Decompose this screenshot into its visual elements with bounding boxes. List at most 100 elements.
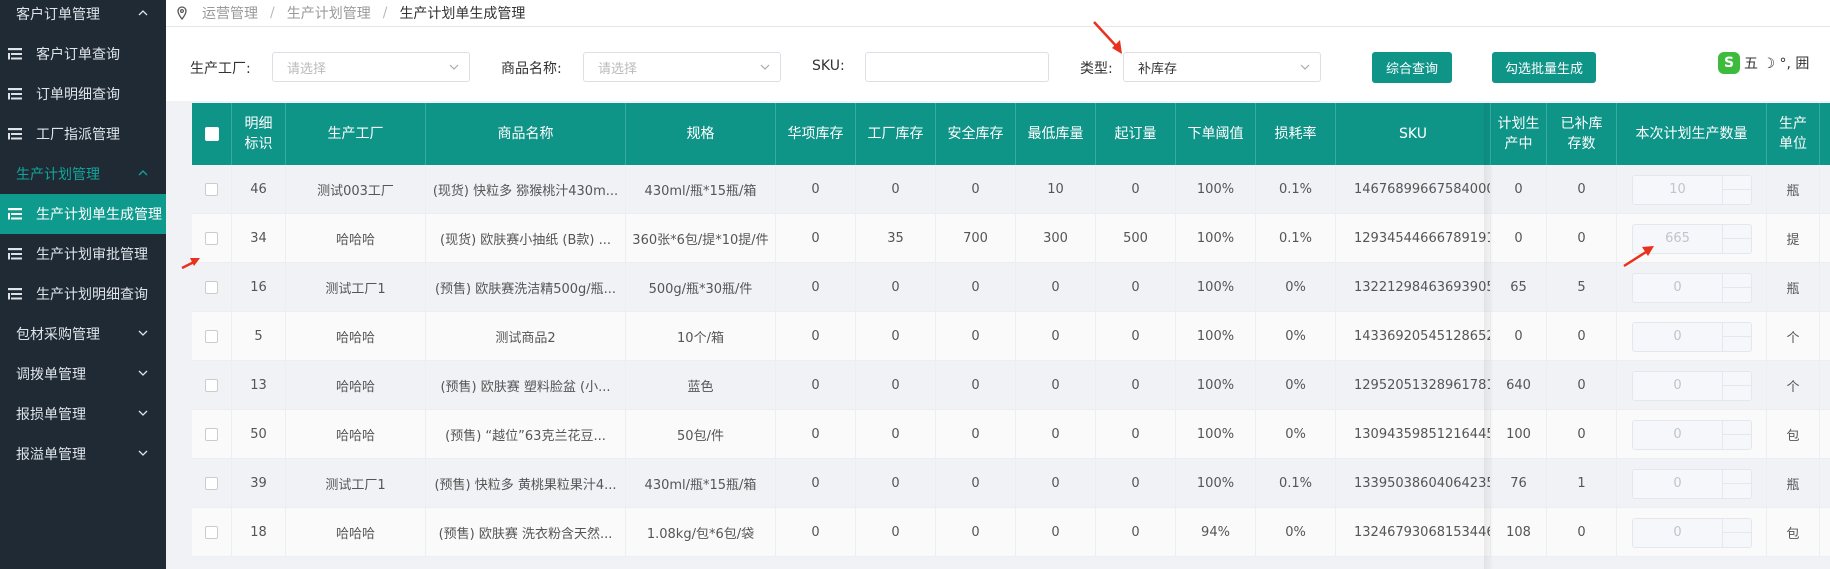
breadcrumb-item[interactable]: 运营管理 [202,3,258,23]
cell-select[interactable] [192,410,232,459]
cell-min-stock: 0 [1016,312,1096,361]
increment-icon[interactable] [1722,519,1751,533]
breadcrumb-item[interactable]: 生产计划管理 [287,3,371,23]
cell-plan-qty[interactable]: 10 [1617,165,1767,214]
cell-factory: 哈哈哈 [286,361,426,410]
cell-plan-qty[interactable]: 0 [1617,459,1767,508]
plan-quantity-value: 0 [1673,280,1682,295]
table-row[interactable]: 50 哈哈哈 (预售) “越位”63克兰花豆... 50包/件 0 0 0 0 0 100% 0% 1… [192,410,1830,459]
table-row[interactable]: 5 哈哈哈 测试商品2 10个/箱 0 0 0 0 0 100% 0% 143369205451286… [192,312,1830,361]
row-checkbox[interactable] [205,477,218,490]
factory-select-placeholder: 请选择 [287,61,327,77]
sidebar-item[interactable]: 包材采购管理 [0,314,166,354]
column-header-label: 商品名称 [497,126,554,142]
ime-status: 五 ☽ °, 囲 [1744,56,1810,72]
stepper-arrows[interactable] [1721,322,1751,351]
row-checkbox[interactable] [205,330,218,343]
increment-icon[interactable] [1722,225,1751,239]
stepper-arrows[interactable] [1721,371,1751,400]
increment-icon[interactable] [1722,372,1751,386]
plan-quantity-stepper[interactable]: 0 [1631,517,1752,548]
table-row[interactable]: 13 哈哈哈 (预售) 欧肤赛 塑料脸盆 (小... 蓝色 0 0 0 0 0 100% 0% 129… [192,361,1830,410]
plan-quantity-stepper[interactable]: 0 [1631,468,1752,499]
increment-icon[interactable] [1722,470,1751,484]
cell-plan-qty[interactable]: 0 [1617,361,1767,410]
stepper-arrows[interactable] [1721,224,1751,253]
cell-text: (现货) 快粒多 猕猴桃汁430m... [432,184,619,199]
cell-text: 143369205451286528 [1354,329,1491,344]
increment-icon[interactable] [1722,176,1751,190]
cell-select[interactable] [192,459,232,508]
stepper-arrows[interactable] [1721,518,1751,547]
sidebar-item[interactable]: 客户订单管理 [0,0,166,34]
plan-quantity-stepper[interactable]: 0 [1631,370,1752,401]
table-row[interactable]: 39 测试工厂1 (预售) 快粒多 黄桃果粒果汁4... 430ml/瓶*15瓶/箱 0… [192,459,1830,508]
breadcrumb-separator: / [382,5,388,21]
cell-replenished: 0 [1547,410,1617,459]
row-checkbox[interactable] [205,183,218,196]
sidebar-item[interactable]: 生产计划单生成管理 [0,194,166,234]
column-header-select[interactable] [192,103,232,165]
increment-icon[interactable] [1722,421,1751,435]
type-select[interactable]: 补库存 [1123,52,1321,82]
sidebar-item[interactable]: 订单明细查询 [0,74,166,114]
cell-text: 640 [1506,378,1531,393]
cell-plan-qty[interactable]: 0 [1617,410,1767,459]
cell-select[interactable] [192,361,232,410]
factory-select[interactable]: 请选择 [272,52,470,82]
sidebar-item[interactable]: 生产计划审批管理 [0,234,166,274]
cell-plan-qty[interactable]: 0 [1617,508,1767,557]
plan-quantity-stepper[interactable]: 0 [1631,272,1752,303]
sidebar-item[interactable]: 生产计划管理 [0,154,166,194]
batch-generate-button[interactable]: 勾选批量生成 [1492,52,1596,83]
sidebar-item[interactable]: 生产计划明细查询 [0,274,166,314]
select-all-checkbox[interactable] [204,127,219,141]
cell-replenished: 0 [1547,165,1617,214]
cell-hx-stock: 0 [776,165,856,214]
sku-input[interactable] [865,52,1049,82]
column-header-label: 最低库量 [1027,126,1084,142]
table-row[interactable]: 16 测试工厂1 (预售) 欧肤赛洗洁精500g/瓶... 500g/瓶*30瓶/件 0… [192,263,1830,312]
cell-text: 个 [1786,331,1800,346]
cell-hx-stock: 0 [776,312,856,361]
cell-select[interactable] [192,165,232,214]
plan-quantity-stepper[interactable]: 0 [1631,419,1752,450]
table-row[interactable]: 18 哈哈哈 (预售) 欧肤赛 洗衣粉含天然... 1.08kg/包*6包/袋 0 0 0 0… [192,508,1830,557]
cell-factory-stock: 0 [856,312,936,361]
cell-select[interactable] [192,508,232,557]
sidebar-item[interactable]: 报溢单管理 [0,434,166,474]
plan-quantity-stepper[interactable]: 0 [1631,321,1752,352]
table-row[interactable]: 46 测试003工厂 (现货) 快粒多 猕猴桃汁430m... 430ml/瓶*15瓶… [192,165,1830,214]
increment-icon[interactable] [1722,274,1751,288]
stepper-arrows[interactable] [1721,420,1751,449]
table-row[interactable]: 34 哈哈哈 (现货) 欧肤赛小抽纸 (B款) ... 360张*6包/提*10提/件… [192,214,1830,263]
row-checkbox[interactable] [205,428,218,441]
column-header-label: 工厂库存 [867,126,924,142]
plan-quantity-stepper[interactable]: 10 [1631,174,1752,205]
ime-toolbar[interactable]: S 五 ☽ °, 囲 [1718,50,1830,76]
query-button[interactable]: 综合查询 [1372,52,1452,83]
cell-text: 13 [250,378,267,393]
cell-factory: 测试003工厂 [286,165,426,214]
table-header: 明细 标识 生产工厂 商品名称 规格 华项库存 工厂库存 安全库存 最低库量 起订量 下单阈值 损耗… [192,103,1830,165]
cell-text: 0 [1131,329,1140,344]
sidebar-item[interactable]: 调拨单管理 [0,354,166,394]
stepper-arrows[interactable] [1721,469,1751,498]
stepper-arrows[interactable] [1721,273,1751,302]
row-checkbox[interactable] [205,379,218,392]
cell-plan-qty[interactable]: 0 [1617,312,1767,361]
sidebar-item[interactable]: 报损单管理 [0,394,166,434]
cell-text: 39 [250,476,267,491]
increment-icon[interactable] [1722,323,1751,337]
sidebar-item[interactable]: 客户订单查询 [0,34,166,74]
cell-threshold: 100% [1176,361,1256,410]
cell-select[interactable] [192,312,232,361]
stepper-arrows[interactable] [1721,175,1751,204]
row-checkbox[interactable] [205,526,218,539]
cell-text: 0 [811,427,820,442]
product-select[interactable]: 请选择 [583,52,781,82]
cell-loss-rate: 0% [1256,263,1336,312]
list-icon [8,208,22,220]
sidebar-item[interactable]: 工厂指派管理 [0,114,166,154]
cell-safety-stock: 0 [936,459,1016,508]
